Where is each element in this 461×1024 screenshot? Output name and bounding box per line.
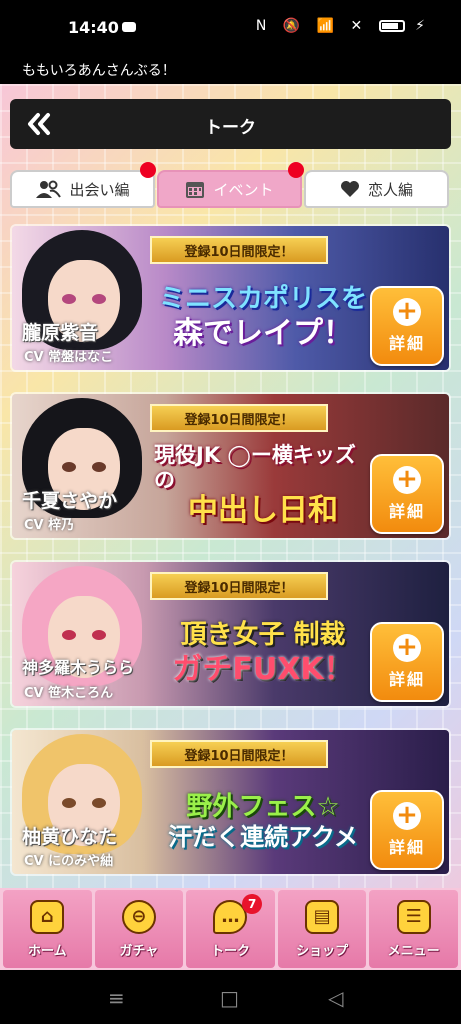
portrait-eye	[92, 462, 106, 472]
nav-shop-button[interactable]: ▤ ショップ	[277, 890, 367, 968]
tab-event[interactable]: イベント	[157, 170, 302, 208]
detail-button[interactable]: + 詳細	[370, 790, 444, 870]
nav-home-label: ホーム	[27, 943, 67, 959]
heart-icon	[340, 181, 359, 197]
charging-icon: ⚡	[415, 18, 431, 34]
recent-apps-button[interactable]: ≡	[108, 986, 125, 1010]
header-bar: トーク	[10, 99, 451, 149]
nav-talk-label: トーク	[210, 943, 250, 959]
detail-label: 詳細	[388, 502, 425, 521]
event-title-line2: 中出し日和	[188, 493, 338, 529]
detail-label: 詳細	[388, 670, 425, 689]
limited-ribbon: 登録10日間限定！	[150, 740, 328, 768]
tab-bar: 出会い編 イベント 恋人編	[10, 162, 451, 210]
event-title-line1: ミニスカポリスを	[158, 284, 367, 315]
portrait-eye	[92, 294, 106, 304]
tab-lover-label: 恋人編	[367, 180, 413, 199]
event-banner[interactable]: 登録10日間限定！ 現役JK ◯ー横キッズの 中出し日和 千夏さやか CV 梓乃…	[10, 392, 451, 540]
system-nav-bar: ≡ □ ◁	[0, 970, 461, 1024]
nav-home-button[interactable]: ⌂ ホーム	[3, 890, 92, 968]
portrait-eye	[62, 630, 76, 640]
voice-actor: CV 常盤はなこ	[24, 350, 114, 365]
detail-button[interactable]: + 詳細	[370, 454, 444, 534]
battery-icon	[378, 20, 405, 32]
portrait-eye	[62, 462, 76, 472]
people-icon	[36, 180, 62, 198]
tab-encounter-label: 出会い編	[69, 180, 130, 199]
plus-icon: +	[393, 466, 421, 494]
event-banner[interactable]: 登録10日間限定！ 野外フェス☆ 汗だく連続アクメ 柚黄ひなた CV にのみや紬…	[10, 728, 451, 876]
tab-lover-notification-dot	[288, 162, 304, 178]
character-name: 千夏さやか	[22, 490, 118, 512]
character-name: 神多羅木うらら	[22, 658, 135, 677]
voice-actor: CV 梓乃	[24, 518, 75, 533]
app-name: ももいろあんさんぶる！	[22, 63, 176, 79]
nav-menu-button[interactable]: ☰ メニュー	[369, 890, 458, 968]
tab-event-notification-dot	[140, 162, 156, 178]
character-name: 柚黄ひなた	[22, 826, 118, 848]
event-title-line1: 野外フェス☆	[186, 792, 340, 822]
limited-ribbon: 登録10日間限定！	[150, 236, 328, 264]
bottom-nav: ⌂ ホーム ⊖ ガチャ … 7 トーク ▤ ショップ ☰ メニュー	[0, 888, 461, 970]
tab-encounter[interactable]: 出会い編	[10, 170, 155, 208]
portrait-eye	[92, 630, 106, 640]
tab-event-label: イベント	[213, 180, 274, 199]
voice-actor: CV にのみや紬	[24, 854, 114, 869]
nav-gacha-label: ガチャ	[119, 943, 159, 959]
talk-badge: 7	[242, 894, 263, 914]
event-title-line2: 汗だく連続アクメ	[168, 823, 358, 852]
detail-label: 詳細	[388, 838, 425, 857]
status-time: 14:40	[68, 18, 119, 37]
character-name: 朧原紫音	[22, 322, 99, 344]
event-title: ミニスカポリスを 森でレイプ！	[154, 270, 372, 366]
shop-icon: ▤	[305, 899, 340, 934]
plus-icon: +	[393, 802, 421, 830]
system-back-button[interactable]: ◁	[328, 986, 343, 1010]
event-title: 頂き女子 制裁 ガチFUXK！	[154, 606, 372, 702]
event-title: 現役JK ◯ー横キッズの 中出し日和	[154, 438, 372, 534]
event-banner[interactable]: 登録10日間限定！ 頂き女子 制裁 ガチFUXK！ 神多羅木うらら CV 笹木こ…	[10, 560, 451, 708]
calendar-icon	[186, 182, 205, 198]
detail-button[interactable]: + 詳細	[370, 622, 444, 702]
event-title: 野外フェス☆ 汗だく連続アクメ	[154, 774, 372, 870]
status-bar: 14:40 N 🔕 📶 ✕ ⚡	[0, 0, 461, 54]
app-title-bar: ももいろあんさんぶる！	[0, 54, 461, 84]
nav-menu-label: メニュー	[387, 943, 440, 959]
detail-label: 詳細	[388, 334, 425, 353]
nav-shop-label: ショップ	[296, 943, 349, 959]
event-title-line2: ガチFUXK！	[172, 651, 354, 687]
event-title-line1: 頂き女子 制裁	[180, 620, 346, 651]
limited-ribbon: 登録10日間限定！	[150, 404, 328, 432]
menu-icon: ☰	[396, 899, 431, 934]
nav-talk-button[interactable]: … 7 トーク	[186, 890, 275, 968]
detail-button[interactable]: + 詳細	[370, 286, 444, 366]
voice-actor: CV 笹木ころん	[24, 686, 114, 701]
gacha-icon: ⊖	[121, 899, 156, 934]
limited-ribbon: 登録10日間限定！	[150, 572, 328, 600]
main-content: トーク 出会い編 イベント 恋人編 登録10日間限定！ ミニスカポリスを 森でレ…	[0, 84, 461, 970]
nav-gacha-button[interactable]: ⊖ ガチャ	[94, 890, 184, 968]
youtube-icon	[122, 22, 136, 32]
event-banner[interactable]: 登録10日間限定！ ミニスカポリスを 森でレイプ！ 朧原紫音 CV 常盤はなこ …	[10, 224, 451, 372]
portrait-eye	[62, 798, 76, 808]
tab-lover[interactable]: 恋人編	[304, 170, 449, 208]
home-icon: ⌂	[30, 899, 65, 934]
plus-icon: +	[393, 298, 421, 326]
status-icons-text: N 🔕 📶 ✕	[255, 18, 369, 34]
event-title-line1: 現役JK ◯ー横キッズの	[154, 442, 356, 492]
status-icons: N 🔕 📶 ✕ ⚡	[256, 18, 431, 34]
page-title: トーク	[205, 118, 256, 138]
system-home-button[interactable]: □	[220, 986, 239, 1010]
plus-icon: +	[393, 634, 421, 662]
portrait-eye	[62, 294, 76, 304]
event-title-line2: 森でレイプ！	[173, 315, 353, 351]
portrait-eye	[92, 798, 106, 808]
